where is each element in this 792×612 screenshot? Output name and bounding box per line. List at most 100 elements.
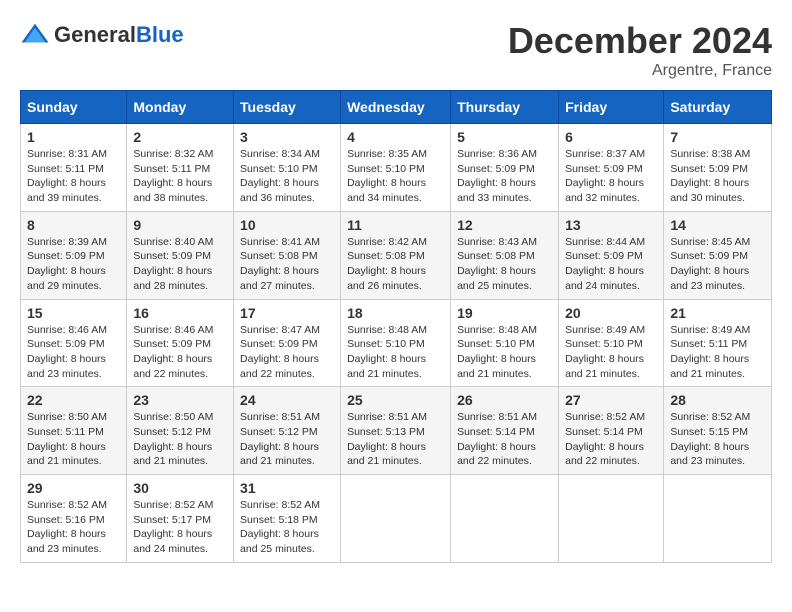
day-number: 25 <box>347 392 444 408</box>
day-cell: 1 Sunrise: 8:31 AM Sunset: 5:11 PM Dayli… <box>21 124 127 212</box>
day-number: 4 <box>347 129 444 145</box>
empty-cell <box>559 475 664 563</box>
day-number: 17 <box>240 305 334 321</box>
day-info: Sunrise: 8:35 AM Sunset: 5:10 PM Dayligh… <box>347 147 444 206</box>
day-number: 1 <box>27 129 120 145</box>
day-number: 9 <box>133 217 227 233</box>
logo: GeneralBlue <box>20 20 184 50</box>
day-info: Sunrise: 8:40 AM Sunset: 5:09 PM Dayligh… <box>133 235 227 294</box>
day-cell: 22 Sunrise: 8:50 AM Sunset: 5:11 PM Dayl… <box>21 387 127 475</box>
day-cell: 19 Sunrise: 8:48 AM Sunset: 5:10 PM Dayl… <box>451 299 559 387</box>
day-cell: 4 Sunrise: 8:35 AM Sunset: 5:10 PM Dayli… <box>341 124 451 212</box>
col-saturday: Saturday <box>664 91 772 124</box>
location: Argentre, France <box>508 62 772 80</box>
day-number: 31 <box>240 480 334 496</box>
calendar-week-row: 15 Sunrise: 8:46 AM Sunset: 5:09 PM Dayl… <box>21 299 772 387</box>
day-number: 18 <box>347 305 444 321</box>
day-info: Sunrise: 8:47 AM Sunset: 5:09 PM Dayligh… <box>240 323 334 382</box>
day-cell: 18 Sunrise: 8:48 AM Sunset: 5:10 PM Dayl… <box>341 299 451 387</box>
calendar-week-row: 1 Sunrise: 8:31 AM Sunset: 5:11 PM Dayli… <box>21 124 772 212</box>
month-title: December 2024 <box>508 20 772 62</box>
day-number: 11 <box>347 217 444 233</box>
day-number: 6 <box>565 129 657 145</box>
day-cell: 15 Sunrise: 8:46 AM Sunset: 5:09 PM Dayl… <box>21 299 127 387</box>
day-cell: 9 Sunrise: 8:40 AM Sunset: 5:09 PM Dayli… <box>127 211 234 299</box>
day-number: 14 <box>670 217 765 233</box>
day-info: Sunrise: 8:46 AM Sunset: 5:09 PM Dayligh… <box>133 323 227 382</box>
day-info: Sunrise: 8:42 AM Sunset: 5:08 PM Dayligh… <box>347 235 444 294</box>
col-tuesday: Tuesday <box>234 91 341 124</box>
day-cell: 24 Sunrise: 8:51 AM Sunset: 5:12 PM Dayl… <box>234 387 341 475</box>
day-cell: 3 Sunrise: 8:34 AM Sunset: 5:10 PM Dayli… <box>234 124 341 212</box>
day-number: 3 <box>240 129 334 145</box>
day-info: Sunrise: 8:44 AM Sunset: 5:09 PM Dayligh… <box>565 235 657 294</box>
day-cell: 16 Sunrise: 8:46 AM Sunset: 5:09 PM Dayl… <box>127 299 234 387</box>
calendar-week-row: 29 Sunrise: 8:52 AM Sunset: 5:16 PM Dayl… <box>21 475 772 563</box>
day-number: 30 <box>133 480 227 496</box>
day-info: Sunrise: 8:34 AM Sunset: 5:10 PM Dayligh… <box>240 147 334 206</box>
day-number: 7 <box>670 129 765 145</box>
day-info: Sunrise: 8:36 AM Sunset: 5:09 PM Dayligh… <box>457 147 552 206</box>
day-info: Sunrise: 8:52 AM Sunset: 5:16 PM Dayligh… <box>27 498 120 557</box>
page-header: GeneralBlue December 2024 Argentre, Fran… <box>20 20 772 80</box>
day-cell: 29 Sunrise: 8:52 AM Sunset: 5:16 PM Dayl… <box>21 475 127 563</box>
col-thursday: Thursday <box>451 91 559 124</box>
empty-cell <box>341 475 451 563</box>
day-info: Sunrise: 8:39 AM Sunset: 5:09 PM Dayligh… <box>27 235 120 294</box>
day-info: Sunrise: 8:43 AM Sunset: 5:08 PM Dayligh… <box>457 235 552 294</box>
day-number: 27 <box>565 392 657 408</box>
calendar-week-row: 22 Sunrise: 8:50 AM Sunset: 5:11 PM Dayl… <box>21 387 772 475</box>
col-sunday: Sunday <box>21 91 127 124</box>
day-number: 13 <box>565 217 657 233</box>
empty-cell <box>664 475 772 563</box>
day-info: Sunrise: 8:52 AM Sunset: 5:15 PM Dayligh… <box>670 410 765 469</box>
title-area: December 2024 Argentre, France <box>508 20 772 80</box>
day-info: Sunrise: 8:52 AM Sunset: 5:18 PM Dayligh… <box>240 498 334 557</box>
day-number: 22 <box>27 392 120 408</box>
day-info: Sunrise: 8:49 AM Sunset: 5:10 PM Dayligh… <box>565 323 657 382</box>
day-info: Sunrise: 8:52 AM Sunset: 5:17 PM Dayligh… <box>133 498 227 557</box>
day-cell: 6 Sunrise: 8:37 AM Sunset: 5:09 PM Dayli… <box>559 124 664 212</box>
day-number: 20 <box>565 305 657 321</box>
day-cell: 7 Sunrise: 8:38 AM Sunset: 5:09 PM Dayli… <box>664 124 772 212</box>
day-cell: 11 Sunrise: 8:42 AM Sunset: 5:08 PM Dayl… <box>341 211 451 299</box>
day-number: 2 <box>133 129 227 145</box>
day-info: Sunrise: 8:32 AM Sunset: 5:11 PM Dayligh… <box>133 147 227 206</box>
day-cell: 23 Sunrise: 8:50 AM Sunset: 5:12 PM Dayl… <box>127 387 234 475</box>
calendar-week-row: 8 Sunrise: 8:39 AM Sunset: 5:09 PM Dayli… <box>21 211 772 299</box>
day-cell: 27 Sunrise: 8:52 AM Sunset: 5:14 PM Dayl… <box>559 387 664 475</box>
day-number: 21 <box>670 305 765 321</box>
calendar-table: Sunday Monday Tuesday Wednesday Thursday… <box>20 90 772 563</box>
day-cell: 2 Sunrise: 8:32 AM Sunset: 5:11 PM Dayli… <box>127 124 234 212</box>
day-info: Sunrise: 8:50 AM Sunset: 5:11 PM Dayligh… <box>27 410 120 469</box>
col-wednesday: Wednesday <box>341 91 451 124</box>
day-cell: 20 Sunrise: 8:49 AM Sunset: 5:10 PM Dayl… <box>559 299 664 387</box>
day-info: Sunrise: 8:52 AM Sunset: 5:14 PM Dayligh… <box>565 410 657 469</box>
day-number: 5 <box>457 129 552 145</box>
day-number: 26 <box>457 392 552 408</box>
day-cell: 31 Sunrise: 8:52 AM Sunset: 5:18 PM Dayl… <box>234 475 341 563</box>
day-number: 16 <box>133 305 227 321</box>
day-number: 15 <box>27 305 120 321</box>
day-cell: 8 Sunrise: 8:39 AM Sunset: 5:09 PM Dayli… <box>21 211 127 299</box>
day-info: Sunrise: 8:49 AM Sunset: 5:11 PM Dayligh… <box>670 323 765 382</box>
day-number: 23 <box>133 392 227 408</box>
day-info: Sunrise: 8:41 AM Sunset: 5:08 PM Dayligh… <box>240 235 334 294</box>
logo-text: GeneralBlue <box>54 24 184 46</box>
col-friday: Friday <box>559 91 664 124</box>
day-info: Sunrise: 8:38 AM Sunset: 5:09 PM Dayligh… <box>670 147 765 206</box>
day-cell: 30 Sunrise: 8:52 AM Sunset: 5:17 PM Dayl… <box>127 475 234 563</box>
day-cell: 17 Sunrise: 8:47 AM Sunset: 5:09 PM Dayl… <box>234 299 341 387</box>
day-cell: 21 Sunrise: 8:49 AM Sunset: 5:11 PM Dayl… <box>664 299 772 387</box>
day-number: 8 <box>27 217 120 233</box>
day-cell: 13 Sunrise: 8:44 AM Sunset: 5:09 PM Dayl… <box>559 211 664 299</box>
day-number: 10 <box>240 217 334 233</box>
calendar-header-row: Sunday Monday Tuesday Wednesday Thursday… <box>21 91 772 124</box>
day-info: Sunrise: 8:48 AM Sunset: 5:10 PM Dayligh… <box>347 323 444 382</box>
day-info: Sunrise: 8:51 AM Sunset: 5:13 PM Dayligh… <box>347 410 444 469</box>
day-cell: 26 Sunrise: 8:51 AM Sunset: 5:14 PM Dayl… <box>451 387 559 475</box>
day-cell: 12 Sunrise: 8:43 AM Sunset: 5:08 PM Dayl… <box>451 211 559 299</box>
day-info: Sunrise: 8:37 AM Sunset: 5:09 PM Dayligh… <box>565 147 657 206</box>
empty-cell <box>451 475 559 563</box>
day-info: Sunrise: 8:50 AM Sunset: 5:12 PM Dayligh… <box>133 410 227 469</box>
